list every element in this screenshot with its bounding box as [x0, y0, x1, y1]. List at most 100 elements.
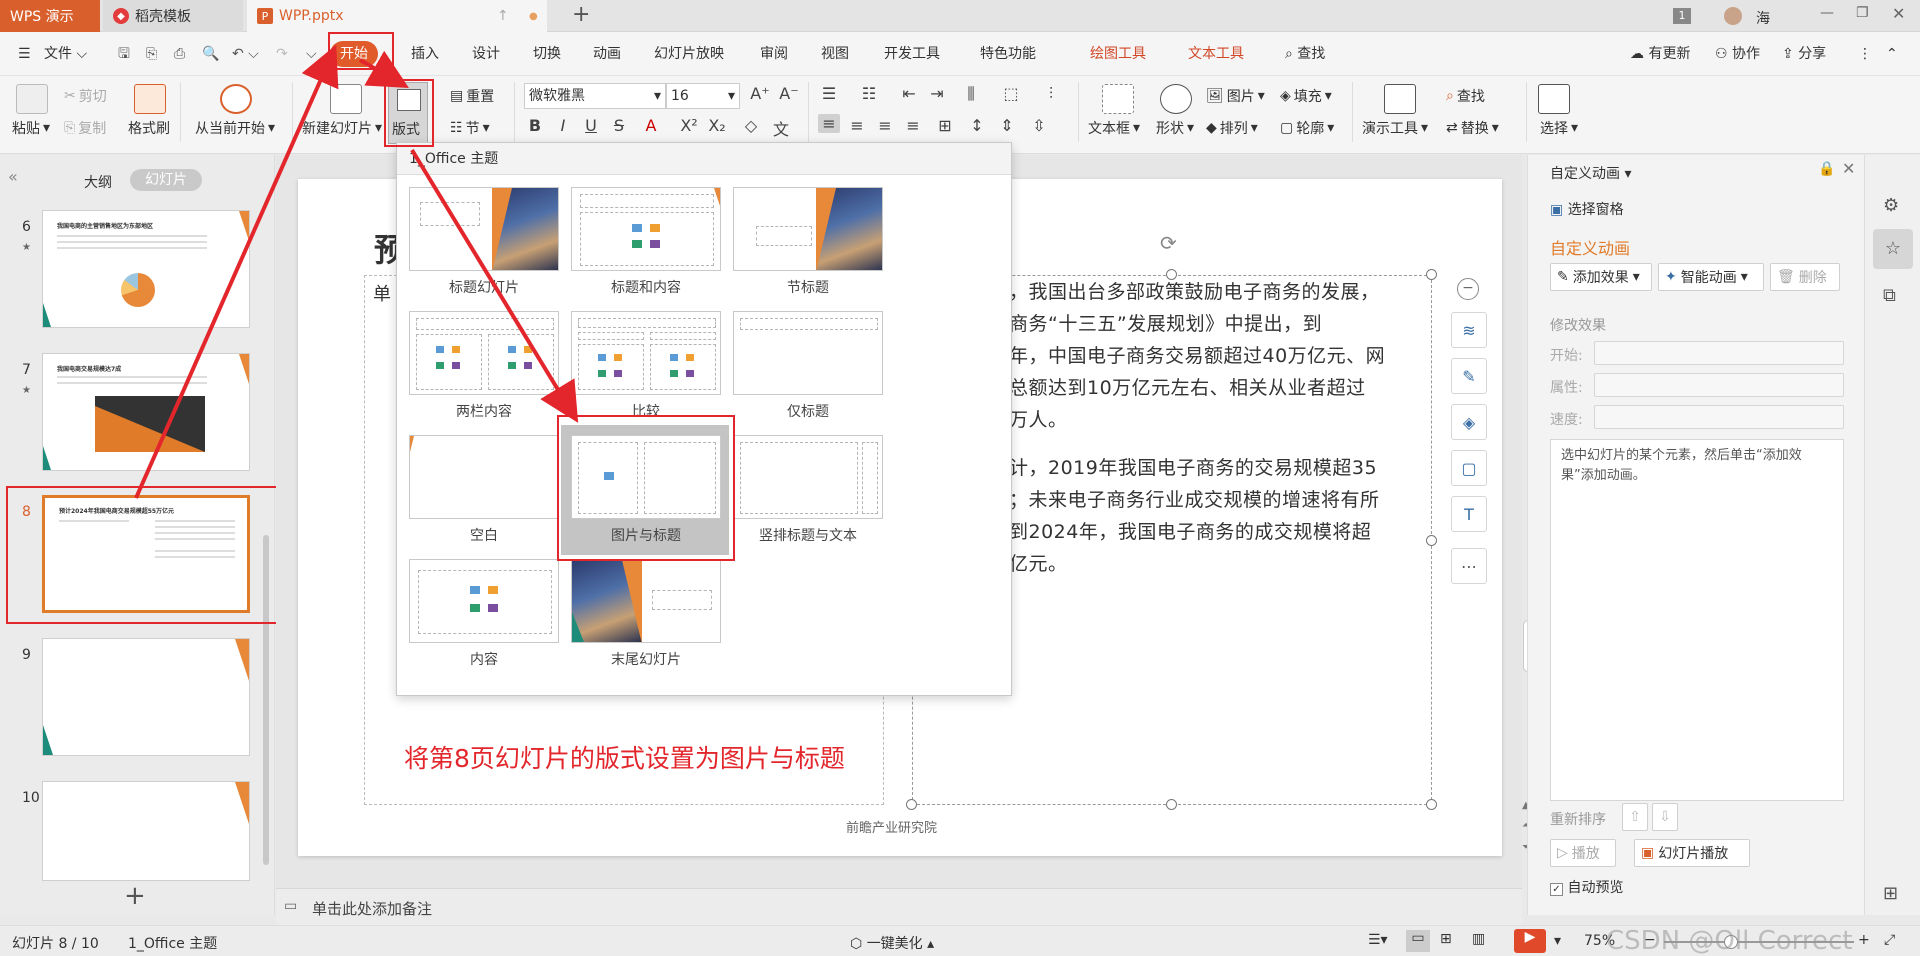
resize-handle[interactable]: [1426, 535, 1437, 546]
numbering-icon[interactable]: ☷: [858, 84, 880, 103]
new-slide-icon[interactable]: [330, 84, 362, 114]
phonetic-icon[interactable]: 文: [770, 116, 792, 140]
fill-bucket-icon[interactable]: ◈: [1451, 404, 1487, 440]
tab-outline[interactable]: 大纲: [84, 172, 112, 192]
zoom-in-icon[interactable]: +: [1858, 932, 1870, 948]
menu-review[interactable]: 审阅: [760, 32, 788, 76]
collab-button[interactable]: ⚇ 协作: [1715, 32, 1760, 76]
new-tab-icon[interactable]: +: [572, 2, 590, 27]
line-spacing-icon[interactable]: ↕: [966, 116, 988, 135]
shape-icon[interactable]: [1160, 84, 1192, 114]
layout-title-only[interactable]: [733, 311, 883, 395]
window-count-badge[interactable]: 1: [1673, 8, 1691, 24]
paste-button[interactable]: 粘贴 ▾: [12, 118, 50, 138]
text-direction-icon[interactable]: ⬚: [1000, 84, 1022, 103]
present-tools-button[interactable]: 演示工具 ▾: [1362, 118, 1428, 138]
close-panel-icon[interactable]: ✕: [1842, 159, 1855, 178]
distribute-icon[interactable]: ⊞: [934, 116, 956, 135]
tab-wpp-pptx[interactable]: P WPP.pptx ↑ ●: [247, 0, 547, 32]
text-box-icon[interactable]: [1102, 84, 1134, 114]
redo-icon[interactable]: ↷: [276, 32, 288, 76]
menu-search[interactable]: ⌕ 查找: [1285, 32, 1325, 76]
print-icon[interactable]: ⎙: [174, 32, 185, 76]
copy-button[interactable]: ⎘ 复制: [64, 118, 106, 138]
grid-apps-icon[interactable]: ⊞: [1883, 883, 1898, 904]
layout-vertical-title-text[interactable]: [733, 435, 883, 519]
property-select[interactable]: [1594, 373, 1844, 397]
font-name-select[interactable]: 微软雅黑 ▾: [524, 83, 666, 109]
layout-section-title[interactable]: [733, 187, 883, 271]
justify-icon[interactable]: ≡: [902, 116, 924, 135]
border-icon[interactable]: ▢: [1451, 450, 1487, 486]
save-icon[interactable]: 🖫: [118, 32, 130, 76]
select-pane-link[interactable]: ▣ 选择窗格: [1550, 199, 1624, 219]
menu-insert[interactable]: 插入: [411, 32, 439, 76]
notes-bar[interactable]: ▭ 单击此处添加备注: [276, 888, 1522, 925]
quick-access-more-icon[interactable]: ⌵: [306, 32, 317, 76]
menu-special[interactable]: 特色功能: [980, 32, 1036, 76]
layout-content[interactable]: [409, 559, 559, 643]
outdent-icon[interactable]: ⇤: [898, 84, 920, 103]
print-preview-icon[interactable]: 🔍: [202, 32, 219, 76]
share-button[interactable]: ⇪ 分享: [1782, 32, 1826, 76]
select-icon[interactable]: [1538, 84, 1570, 114]
slide-thumbnail-6[interactable]: 我国电商的主营销售地区为东部地区: [42, 210, 250, 328]
reading-view-icon[interactable]: ▥: [1472, 931, 1485, 947]
export-icon[interactable]: ⎘: [146, 32, 157, 76]
layout-title-content[interactable]: [571, 187, 721, 271]
play-slideshow-icon[interactable]: ▶: [1514, 929, 1546, 953]
tab-wps-presentation[interactable]: WPS 演示: [0, 0, 100, 32]
resize-handle[interactable]: [1166, 799, 1177, 810]
find-button[interactable]: ⌕ 查找: [1446, 86, 1485, 106]
theme-name[interactable]: 1_Office 主题: [128, 933, 217, 953]
fit-window-icon[interactable]: ⤢: [1884, 932, 1895, 948]
animation-star-icon[interactable]: ☆: [1873, 229, 1913, 269]
menu-transition[interactable]: 切换: [533, 32, 561, 76]
delete-button[interactable]: 🗑 删除: [1770, 263, 1840, 291]
upload-icon[interactable]: ↑: [497, 8, 509, 24]
move-down-icon[interactable]: ⇩: [1652, 803, 1678, 831]
font-color-icon[interactable]: A: [640, 116, 662, 135]
shape-button[interactable]: 形状 ▾: [1156, 118, 1194, 138]
maximize-icon[interactable]: ❐: [1856, 5, 1869, 21]
slide-thumbnail-7[interactable]: 我国电商交易规模达7成: [42, 353, 250, 471]
more-tools-icon[interactable]: ⋯: [1451, 548, 1487, 584]
resize-handle[interactable]: [1166, 269, 1177, 280]
present-tools-icon[interactable]: [1384, 84, 1416, 114]
select-button[interactable]: 选择 ▾: [1540, 118, 1578, 138]
new-slide-button[interactable]: 新建幻灯片 ▾: [302, 118, 382, 138]
hamburger-icon[interactable]: ☰: [18, 32, 31, 76]
text-box-button[interactable]: 文本框 ▾: [1088, 118, 1140, 138]
slide-thumbnail-10[interactable]: [42, 781, 250, 881]
slideshow-dropdown-icon[interactable]: ▾: [1554, 933, 1561, 949]
notes-toggle-icon[interactable]: ☰▾: [1368, 932, 1388, 948]
italic-icon[interactable]: I: [552, 116, 574, 135]
subscript-icon[interactable]: X₂: [706, 116, 728, 135]
add-slide-icon[interactable]: +: [124, 882, 146, 910]
cut-button[interactable]: ✂ 剪切: [64, 86, 107, 106]
undo-icon[interactable]: ↶ ⌵: [232, 32, 259, 76]
tab-slides[interactable]: 幻灯片: [130, 169, 202, 191]
fill-button[interactable]: ◈ 填充 ▾: [1280, 86, 1332, 106]
minimize-icon[interactable]: —: [1820, 5, 1834, 21]
collapse-ribbon-icon[interactable]: ⌃: [1886, 32, 1898, 76]
clear-format-icon[interactable]: ◇: [740, 116, 762, 135]
decrease-font-icon[interactable]: A⁻: [778, 84, 800, 103]
normal-view-icon[interactable]: ▭: [1406, 930, 1430, 952]
replace-button[interactable]: ⇄ 替换 ▾: [1446, 118, 1499, 138]
update-button[interactable]: ☁ 有更新: [1630, 32, 1690, 76]
slide-thumbnail-9[interactable]: [42, 638, 250, 756]
add-effect-button[interactable]: ✎ 添加效果 ▾: [1550, 263, 1652, 291]
bullets-icon[interactable]: ☰: [818, 84, 840, 103]
close-icon[interactable]: ✕: [1892, 4, 1905, 23]
collapse-toolbar-icon[interactable]: −: [1457, 278, 1479, 300]
start-select[interactable]: [1594, 341, 1844, 365]
indent-icon[interactable]: ⇥: [926, 84, 948, 103]
layout-comparison[interactable]: [571, 311, 721, 395]
menu-drawing-tools[interactable]: 绘图工具: [1090, 32, 1146, 76]
menu-text-tools[interactable]: 文本工具: [1188, 32, 1244, 76]
slide-sorter-icon[interactable]: ⊞: [1440, 931, 1452, 947]
tab-docer-templates[interactable]: ◆ 稻壳模板: [103, 0, 243, 32]
align-center-icon[interactable]: ≡: [846, 116, 868, 135]
more-icon[interactable]: ⋮: [1858, 32, 1872, 76]
